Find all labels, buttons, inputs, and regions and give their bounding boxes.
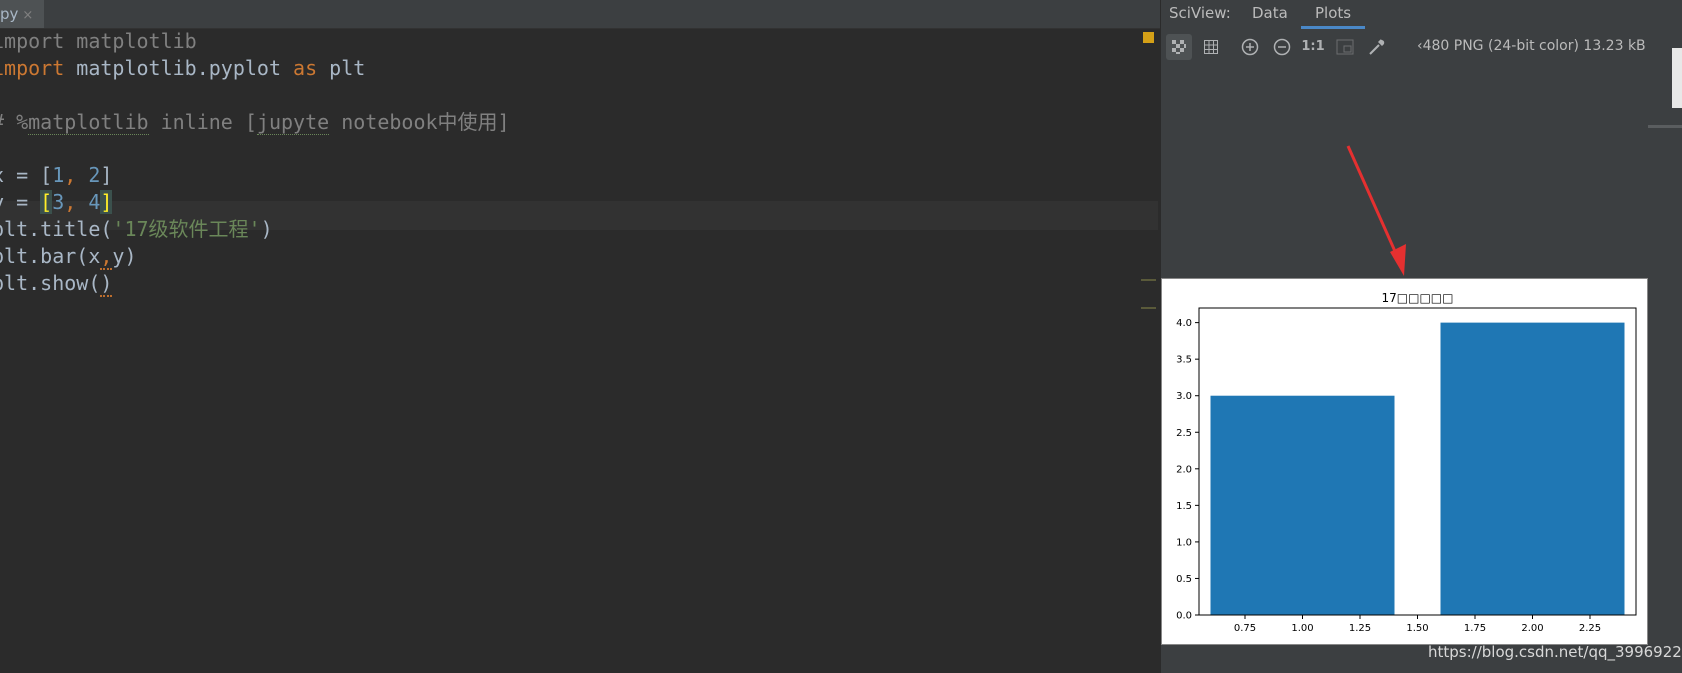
editor-tab-bar: py × xyxy=(0,0,1160,29)
x-tick-label: 1.50 xyxy=(1406,623,1428,634)
tab-data[interactable]: Data xyxy=(1252,0,1288,26)
plot-toolbar: 1:1 ‹480 PNG (24-bit color) 13.23 kB xyxy=(1161,30,1682,64)
code-token: 1 xyxy=(52,163,65,187)
code-token: plt xyxy=(317,56,366,80)
x-tick-label: 1.75 xyxy=(1464,623,1486,634)
code-token: 2 xyxy=(88,163,101,187)
chart-bar xyxy=(1210,395,1395,615)
code-token: ) xyxy=(100,271,113,297)
code-line-1[interactable]: import matplotlib xyxy=(0,27,197,55)
code-token: ] xyxy=(100,190,113,214)
thumbnail-strip[interactable] xyxy=(1672,48,1682,108)
code-token: matplotlib xyxy=(28,110,149,135)
horizontal-scrollbar[interactable] xyxy=(1648,125,1682,128)
x-tick-label: 2.25 xyxy=(1579,623,1601,634)
y-tick-label: 2.0 xyxy=(1176,464,1192,475)
code-line-9[interactable]: plt.bar(x,y) xyxy=(0,242,137,270)
eyedropper-icon[interactable] xyxy=(1364,34,1390,60)
x-tick-label: 2.00 xyxy=(1521,623,1543,634)
annotation-arrow-icon xyxy=(1346,145,1406,276)
code-token: ] xyxy=(100,163,113,187)
chart-title: 17□□□□□ xyxy=(1382,291,1454,305)
code-token: ) xyxy=(260,217,273,241)
code-token: , xyxy=(64,163,89,187)
y-tick-label: 2.5 xyxy=(1176,428,1192,439)
code-token: matplotlib.pyplot xyxy=(64,56,294,80)
plot-image[interactable]: 0.75 1.00 1.25 1.50 1.75 2.00 2.25 0.0 0.5 1.0 1.5… xyxy=(1161,278,1648,645)
code-token: as xyxy=(293,56,318,80)
zoom-out-icon[interactable] xyxy=(1269,34,1295,60)
warning-marker-icon[interactable] xyxy=(1143,32,1154,43)
bar-chart: 0.75 1.00 1.25 1.50 1.75 2.00 2.25 0.0 0.5 1.0 1.5… xyxy=(1176,291,1637,634)
code-token: , xyxy=(64,190,89,214)
code-line-4[interactable]: # %matplotlib inline [jupyte notebook中使用… xyxy=(0,108,510,136)
error-stripe-mark[interactable] xyxy=(1141,307,1156,309)
y-tick-label: 1.0 xyxy=(1176,537,1192,548)
editor-tab-label: py xyxy=(0,5,19,23)
code-token: y) xyxy=(112,244,137,268)
code-token: inline [ xyxy=(148,110,257,134)
y-tick-label: 3.0 xyxy=(1176,391,1192,402)
code-token: 3 xyxy=(52,190,65,214)
actual-size-icon[interactable]: 1:1 xyxy=(1300,34,1326,60)
tab-plots[interactable]: Plots xyxy=(1301,0,1366,29)
code-token: plt.show( xyxy=(0,271,101,295)
y-tick-label: 1.5 xyxy=(1176,501,1192,512)
code-token: # % xyxy=(0,110,29,134)
sciview-label: SciView: xyxy=(1169,4,1231,22)
chart-bar xyxy=(1440,322,1625,615)
y-tick-label: 0.5 xyxy=(1176,574,1192,585)
code-line-6[interactable]: x = [1, 2] xyxy=(0,161,112,189)
code-token: import matplotlib xyxy=(0,29,197,53)
watermark-text: https://blog.csdn.net/qq_39969226 xyxy=(1428,643,1682,661)
code-editor[interactable]: py× import matplotlib import matplotlib.… xyxy=(0,0,1160,673)
code-token: plt.title( xyxy=(0,217,113,241)
x-tick-label: 1.00 xyxy=(1291,623,1313,634)
y-tick-label: 0.0 xyxy=(1176,611,1192,622)
code-line-7[interactable]: y = [3, 4] xyxy=(0,188,113,216)
fit-icon[interactable] xyxy=(1332,34,1358,60)
sciview-tab-bar: SciView: Data Plots xyxy=(1161,0,1682,29)
checker-icon[interactable] xyxy=(1166,34,1192,60)
code-token: jupyte xyxy=(256,110,330,135)
y-tick-label: 3.5 xyxy=(1176,355,1192,366)
code-token: y = xyxy=(0,190,29,214)
x-tick-label: 1.25 xyxy=(1349,623,1371,634)
code-token: , xyxy=(100,244,113,270)
code-token: '17级软件工程' xyxy=(112,217,261,241)
code-line-10[interactable]: plt.show() xyxy=(0,269,113,297)
error-stripe-mark[interactable] xyxy=(1141,279,1156,281)
close-icon[interactable]: × xyxy=(22,8,33,23)
y-tick-label: 4.0 xyxy=(1176,318,1192,329)
code-line-8[interactable]: plt.title('17级软件工程') xyxy=(0,215,273,243)
code-line-2[interactable]: import matplotlib.pyplot as plt xyxy=(0,54,365,82)
code-token: import xyxy=(0,56,65,80)
code-token: notebook中使用] xyxy=(329,110,510,134)
code-token: x = [ xyxy=(0,163,53,187)
grid-icon[interactable] xyxy=(1198,34,1224,60)
zoom-in-icon[interactable] xyxy=(1237,34,1263,60)
code-token: [ xyxy=(40,190,53,214)
editor-tab-file[interactable]: py × xyxy=(0,0,44,28)
image-info-text: ‹480 PNG (24-bit color) 13.23 kB xyxy=(1417,38,1646,54)
code-token: plt.bar(x xyxy=(0,244,101,268)
x-tick-label: 0.75 xyxy=(1234,623,1256,634)
code-token: 4 xyxy=(88,190,101,214)
